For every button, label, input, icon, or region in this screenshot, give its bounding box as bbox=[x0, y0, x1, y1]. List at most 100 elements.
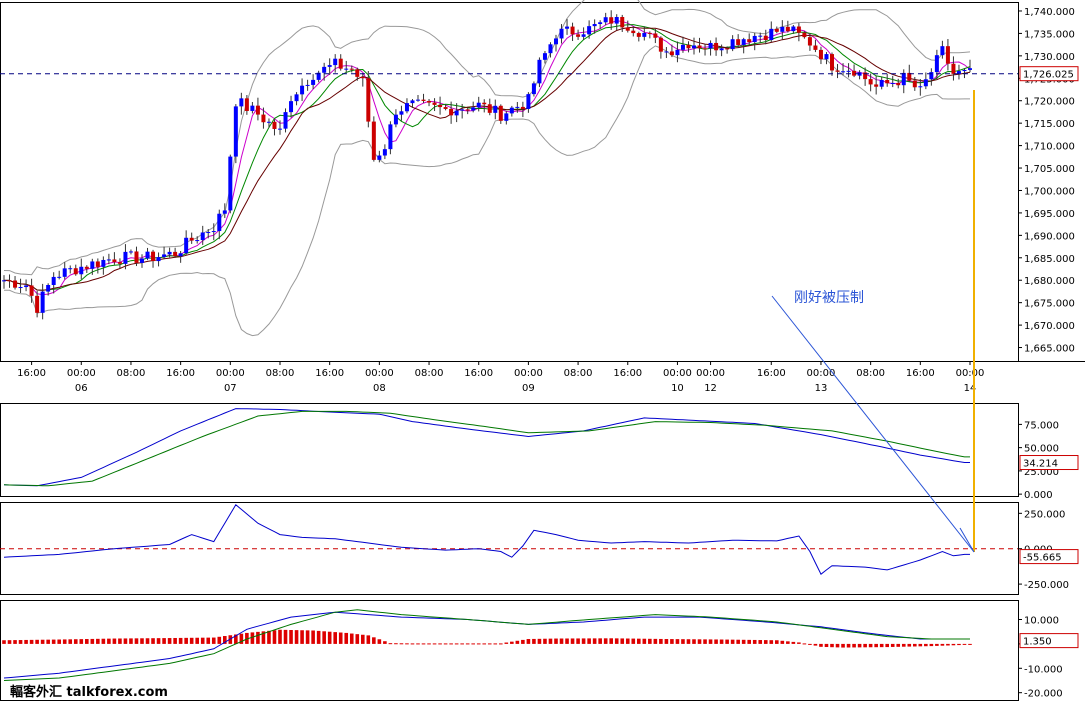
macd-histogram-bar bbox=[338, 632, 343, 644]
macd-histogram-bar bbox=[570, 638, 575, 644]
macd-histogram-bar bbox=[449, 643, 453, 645]
candle-body bbox=[233, 106, 238, 157]
candle-body bbox=[250, 105, 255, 111]
macd-histogram-bar bbox=[769, 640, 774, 644]
macd-histogram-bar bbox=[631, 638, 636, 644]
macd-histogram-bar bbox=[96, 638, 100, 644]
x-tick-time: 16:00 bbox=[17, 368, 46, 379]
macd-histogram-bar bbox=[289, 630, 293, 644]
candle-body bbox=[151, 251, 156, 262]
x-tick-day: 12 bbox=[704, 383, 717, 394]
candle-body bbox=[642, 32, 647, 37]
candle-body bbox=[443, 107, 448, 109]
candle-body bbox=[145, 251, 150, 259]
macd-histogram-bar bbox=[670, 639, 674, 644]
macd-histogram-bar bbox=[316, 630, 321, 644]
candle-body bbox=[123, 251, 128, 264]
candle-body bbox=[465, 109, 470, 111]
candle-body bbox=[327, 65, 332, 67]
candle-body bbox=[537, 59, 542, 84]
macd-histogram-bar bbox=[2, 640, 6, 644]
macd-histogram-bar bbox=[471, 643, 475, 645]
candle-body bbox=[526, 94, 531, 109]
macd-histogram-bar bbox=[85, 639, 89, 644]
macd-histogram-bar bbox=[614, 638, 619, 644]
x-tick-time: 00:00 bbox=[216, 368, 245, 379]
macd-histogram-bar bbox=[416, 643, 420, 645]
candle-body bbox=[399, 111, 404, 115]
candle-body bbox=[625, 27, 630, 31]
macd-histogram-bar bbox=[311, 630, 315, 644]
macd-histogram-bar bbox=[918, 643, 923, 647]
candle-body bbox=[708, 42, 713, 49]
macd-histogram-bar bbox=[366, 635, 371, 644]
x-tick-day: 13 bbox=[815, 383, 828, 394]
candle-body bbox=[366, 78, 371, 122]
candle-body bbox=[631, 30, 636, 34]
candle-body bbox=[112, 259, 117, 263]
candle-body bbox=[636, 33, 641, 37]
candle-body bbox=[476, 102, 481, 108]
macd-histogram-bar bbox=[537, 638, 542, 644]
candle-body bbox=[846, 70, 851, 72]
macd-histogram-bar bbox=[156, 638, 161, 644]
candle-body bbox=[680, 44, 685, 50]
macd-histogram-bar bbox=[830, 643, 834, 648]
macd-histogram-bar bbox=[476, 643, 481, 645]
candle-body bbox=[697, 45, 702, 49]
candle-body bbox=[747, 39, 752, 43]
macd-histogram-bar bbox=[189, 637, 194, 644]
candle-body bbox=[874, 84, 879, 87]
candle-body bbox=[559, 28, 564, 39]
macd-histogram-bar bbox=[885, 643, 889, 648]
x-tick-time: 00:00 bbox=[696, 368, 725, 379]
macd-histogram-bar bbox=[692, 639, 696, 644]
macd-histogram-bar bbox=[7, 640, 12, 644]
macd-histogram-bar bbox=[581, 638, 586, 644]
macd-histogram-bar bbox=[675, 639, 680, 644]
macd-histogram-bar bbox=[399, 643, 404, 645]
macd-histogram-bar bbox=[79, 639, 84, 644]
candle-body bbox=[576, 34, 581, 37]
candle-body bbox=[802, 32, 807, 38]
y-tick-label: 0.000 bbox=[1024, 490, 1053, 501]
macd-histogram-bar bbox=[603, 638, 608, 644]
macd-histogram-bar bbox=[736, 639, 740, 644]
candle-body bbox=[752, 35, 757, 43]
macd-histogram-bar bbox=[283, 629, 288, 644]
y-tick-label: 1,700.000 bbox=[1024, 186, 1075, 197]
macd-histogram-bar bbox=[653, 638, 658, 644]
macd-histogram-bar bbox=[846, 643, 851, 648]
macd-histogram-bar bbox=[443, 643, 448, 645]
macd-histogram-bar bbox=[719, 639, 724, 644]
macd-histogram-bar bbox=[659, 638, 663, 644]
macd-histogram-bar bbox=[504, 642, 509, 644]
macd-histogram-bar bbox=[868, 643, 873, 648]
macd-histogram-bar bbox=[813, 643, 818, 646]
x-tick-time: 00:00 bbox=[807, 368, 836, 379]
candle-body bbox=[570, 26, 575, 35]
candle-body bbox=[592, 24, 597, 27]
macd-histogram-bar bbox=[167, 638, 172, 644]
macd-histogram-bar bbox=[322, 631, 326, 644]
stochastic-value-label: 34.214 bbox=[1023, 459, 1058, 470]
cci-value-label: -55.665 bbox=[1023, 553, 1062, 564]
candle-body bbox=[741, 39, 746, 45]
macd-histogram-bar bbox=[664, 639, 669, 644]
candle-body bbox=[289, 101, 294, 113]
x-tick-time: 16:00 bbox=[757, 368, 786, 379]
macd-histogram-bar bbox=[68, 639, 73, 644]
macd-histogram-bar bbox=[29, 639, 34, 644]
candle-body bbox=[675, 49, 680, 56]
macd-histogram-bar bbox=[863, 643, 867, 648]
x-tick-time: 16:00 bbox=[906, 368, 935, 379]
macd-histogram-bar bbox=[195, 637, 199, 644]
candle-body bbox=[90, 261, 95, 269]
candle-body bbox=[106, 259, 111, 261]
candle-body bbox=[228, 156, 233, 211]
candle-body bbox=[68, 268, 73, 270]
macd-histogram-bar bbox=[686, 639, 691, 644]
x-tick-day: 06 bbox=[75, 383, 88, 394]
candle-body bbox=[813, 45, 818, 50]
x-tick-time: 16:00 bbox=[166, 368, 195, 379]
